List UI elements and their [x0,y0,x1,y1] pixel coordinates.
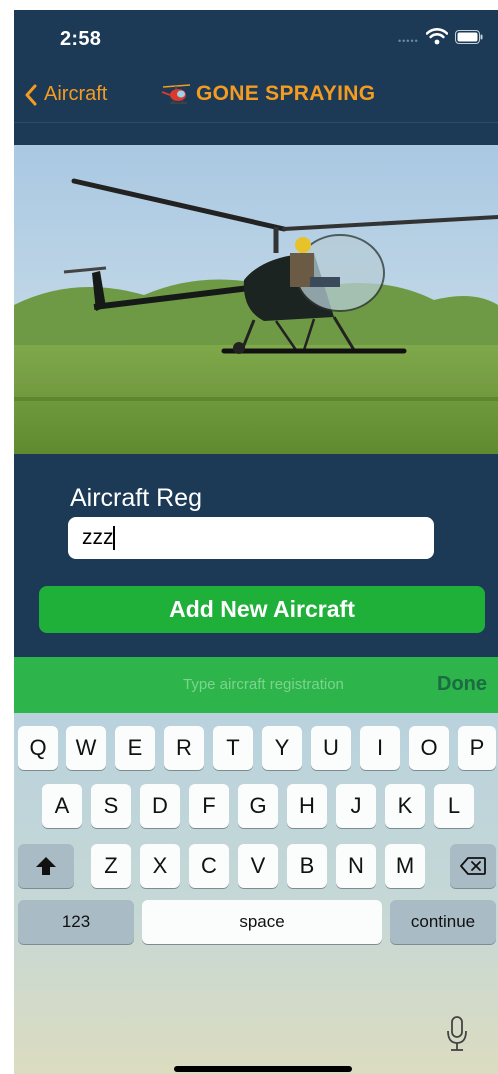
key-i[interactable]: I [360,726,400,770]
key-e[interactable]: E [115,726,155,770]
keyboard: Q W E R T Y U I O P A S D F G H J K L Z … [14,713,498,1074]
key-h[interactable]: H [287,784,327,828]
key-j[interactable]: J [336,784,376,828]
shift-key[interactable] [18,844,74,888]
key-z[interactable]: Z [91,844,131,888]
home-indicator[interactable] [174,1066,352,1072]
key-g[interactable]: G [238,784,278,828]
key-o[interactable]: O [409,726,449,770]
accessory-placeholder: Type aircraft registration [183,676,344,693]
key-x[interactable]: X [140,844,180,888]
continue-key[interactable]: continue [390,900,496,944]
key-v[interactable]: V [238,844,278,888]
backspace-key[interactable] [450,844,496,888]
space-key[interactable]: space [142,900,382,944]
back-label: Aircraft [44,83,108,105]
key-u[interactable]: U [311,726,351,770]
key-n[interactable]: N [336,844,376,888]
key-b[interactable]: B [287,844,327,888]
shift-icon [36,857,56,875]
navigation-bar: Aircraft GONE SPRAYING [14,70,498,123]
key-w[interactable]: W [66,726,106,770]
aircraft-reg-label: Aircraft Reg [70,484,202,512]
keyboard-accessory-bar: Type aircraft registration Done [14,657,498,713]
key-p[interactable]: P [458,726,496,770]
microphone-icon[interactable] [447,1016,467,1052]
back-chevron-icon [25,84,37,105]
key-s[interactable]: S [91,784,131,828]
text-cursor [113,526,115,550]
key-l[interactable]: L [434,784,474,828]
key-q[interactable]: Q [18,726,58,770]
battery-icon [455,30,483,44]
numbers-key[interactable]: 123 [18,900,134,944]
key-y[interactable]: Y [262,726,302,770]
aircraft-reg-input[interactable] [68,517,434,559]
key-c[interactable]: C [189,844,229,888]
backspace-icon [460,857,486,875]
app-screen: 2:58 ••••• Aircraft GONE SPRAYING Aircra… [14,10,498,1074]
add-new-aircraft-button[interactable]: Add New Aircraft [39,586,485,633]
app-title-text: GONE SPRAYING [196,82,376,105]
key-d[interactable]: D [140,784,180,828]
app-title: GONE SPRAYING [160,82,375,106]
status-time: 2:58 [60,28,102,50]
key-r[interactable]: R [164,726,204,770]
key-a[interactable]: A [42,784,82,828]
helicopter-logo-icon [161,84,191,104]
key-t[interactable]: T [213,726,253,770]
key-m[interactable]: M [385,844,425,888]
aircraft-photo [14,145,498,454]
back-button[interactable]: Aircraft [24,83,107,106]
key-f[interactable]: F [189,784,229,828]
cellular-signal-icon: ••••• [398,36,419,46]
status-bar: 2:58 ••••• [14,10,498,58]
done-button[interactable]: Done [437,673,487,696]
key-k[interactable]: K [385,784,425,828]
wifi-icon [426,28,448,45]
